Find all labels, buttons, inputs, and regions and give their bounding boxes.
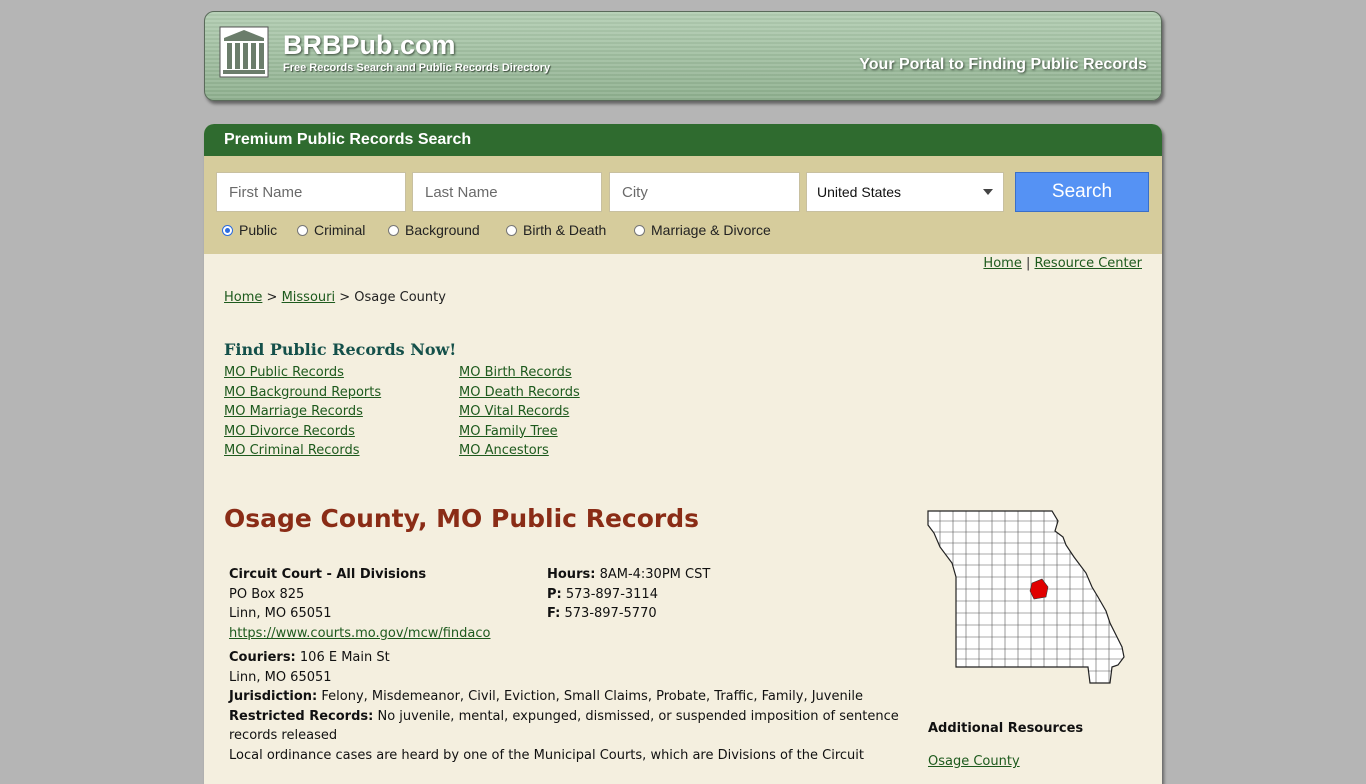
phone-label: P: [547, 586, 562, 602]
link-mo-vital-records[interactable]: MO Vital Records [459, 402, 580, 422]
county-title: Osage County, MO Public Records [224, 504, 699, 533]
chevron-down-icon [983, 189, 993, 195]
records-links-col2: MO Birth Records MO Death Records MO Vit… [459, 363, 580, 461]
radio-label: Background [405, 222, 480, 238]
country-select-value: United States [817, 184, 902, 200]
additional-resources-heading: Additional Resources [928, 721, 1084, 736]
radio-label: Marriage & Divorce [651, 222, 771, 238]
court-address-line1: PO Box 825 [229, 586, 305, 602]
radio-unselected-icon[interactable] [297, 224, 308, 236]
radio-unselected-icon[interactable] [388, 224, 399, 236]
radio-birth-death[interactable]: Birth & Death [506, 222, 606, 238]
top-nav: Home | Resource Center [983, 256, 1142, 271]
court-name: Circuit Court - All Divisions [229, 567, 427, 582]
jurisdiction-label: Jurisdiction: [229, 689, 318, 704]
link-mo-criminal-records[interactable]: MO Criminal Records [224, 441, 381, 461]
search-button[interactable]: Search [1015, 172, 1149, 212]
radio-unselected-icon[interactable] [506, 224, 517, 236]
court-website-link[interactable]: https://www.courts.mo.gov/mcw/findaco [229, 626, 491, 641]
nav-separator: | [1025, 256, 1031, 271]
fax-value: 573-897-5770 [564, 606, 657, 621]
first-name-input[interactable] [216, 172, 406, 212]
radio-label: Birth & Death [523, 222, 607, 238]
court-details-block: Couriers: 106 E Main St Linn, MO 65051 J… [229, 648, 909, 765]
link-mo-death-records[interactable]: MO Death Records [459, 383, 580, 403]
breadcrumb-separator: > [266, 290, 278, 305]
search-panel-title: Premium Public Records Search [204, 124, 1162, 156]
fax-label: F: [547, 606, 561, 621]
records-links-col1: MO Public Records MO Background Reports … [224, 363, 381, 461]
country-select[interactable]: United States [806, 172, 1004, 212]
brand-tagline: Free Records Search and Public Records D… [283, 62, 551, 74]
couriers-value: 106 E Main St [299, 650, 390, 665]
court-address-block: Circuit Court - All Divisions PO Box 825… [229, 565, 491, 643]
hours-label: Hours: [547, 567, 596, 582]
link-mo-background-reports[interactable]: MO Background Reports [224, 383, 381, 403]
link-mo-divorce-records[interactable]: MO Divorce Records [224, 422, 381, 442]
link-mo-marriage-records[interactable]: MO Marriage Records [224, 402, 381, 422]
hours-value: 8AM-4:30PM CST [599, 567, 711, 582]
court-contact-block: Hours: 8AM-4:30PM CST P: 573-897-3114 F:… [547, 565, 710, 624]
site-header: BRBPub.com Free Records Search and Publi… [204, 11, 1162, 101]
radio-criminal[interactable]: Criminal [297, 222, 365, 238]
court-address-line2: Linn, MO 65051 [229, 606, 332, 621]
building-logo-icon[interactable] [219, 26, 269, 78]
radio-selected-icon[interactable] [222, 224, 233, 236]
brand-name[interactable]: BRBPub.com [283, 30, 456, 61]
phone-value: 573-897-3114 [565, 586, 658, 602]
jurisdiction-value: Felony, Misdemeanor, Civil, Eviction, Sm… [321, 689, 863, 704]
couriers-city: Linn, MO 65051 [229, 669, 332, 685]
breadcrumb-current: Osage County [354, 290, 446, 305]
breadcrumb-state-link[interactable]: Missouri [282, 290, 336, 305]
couriers-label: Couriers: [229, 650, 296, 665]
restricted-label: Restricted Records: [229, 708, 374, 724]
nav-home-link[interactable]: Home [983, 256, 1021, 271]
radio-background[interactable]: Background [388, 222, 480, 238]
breadcrumb-separator: > [339, 290, 351, 305]
radio-label: Criminal [314, 222, 366, 238]
ordinance-note: Local ordinance cases are heard by one o… [229, 747, 864, 763]
missouri-county-map[interactable] [926, 507, 1132, 687]
restricted-value-cont: records released [229, 728, 338, 743]
city-input[interactable] [609, 172, 800, 212]
main-panel: Premium Public Records Search United Sta… [204, 124, 1162, 784]
restricted-value: No juvenile, mental, expunged, dismissed… [377, 708, 899, 724]
radio-label: Public [239, 222, 278, 238]
find-records-heading: Find Public Records Now! [224, 340, 457, 359]
link-mo-family-tree[interactable]: MO Family Tree [459, 422, 580, 442]
link-mo-public-records[interactable]: MO Public Records [224, 363, 381, 383]
portal-slogan: Your Portal to Finding Public Records [859, 56, 1147, 73]
radio-unselected-icon[interactable] [634, 224, 645, 236]
osage-county-resource-link[interactable]: Osage County [928, 754, 1020, 769]
link-mo-birth-records[interactable]: MO Birth Records [459, 363, 580, 383]
search-form: United States Search Public Criminal Bac… [204, 156, 1162, 254]
last-name-input[interactable] [412, 172, 602, 212]
link-mo-ancestors[interactable]: MO Ancestors [459, 441, 580, 461]
radio-public[interactable]: Public [222, 222, 277, 238]
nav-resource-center-link[interactable]: Resource Center [1034, 256, 1142, 271]
breadcrumb: Home > Missouri > Osage County [224, 290, 446, 305]
radio-marriage-divorce[interactable]: Marriage & Divorce [634, 222, 771, 238]
breadcrumb-home-link[interactable]: Home [224, 290, 262, 305]
